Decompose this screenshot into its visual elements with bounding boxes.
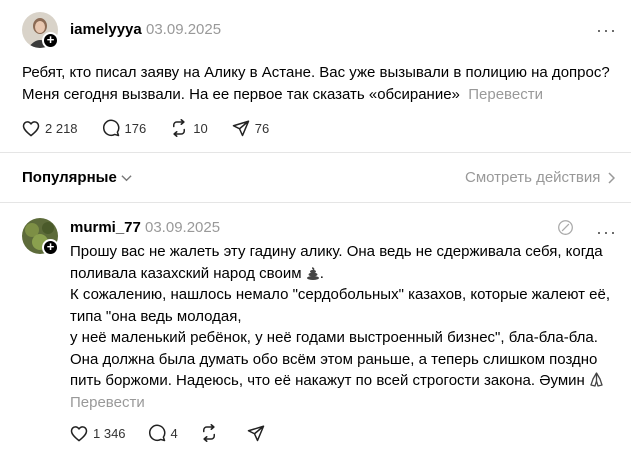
follow-plus-icon[interactable]: +: [42, 32, 59, 49]
poop-emoji-icon: [306, 266, 319, 280]
divider: [0, 202, 631, 203]
repost-button[interactable]: [200, 424, 223, 442]
repost-icon: [202, 424, 215, 442]
more-horizontal-icon[interactable]: ···: [596, 223, 617, 241]
send-icon: [247, 425, 265, 442]
comment-line-content: поливала казахский народ своим: [70, 264, 302, 282]
comment-line: типа "она ведь молодая,: [70, 307, 242, 325]
divider: [0, 152, 631, 153]
comment-date[interactable]: 03.09.2025: [145, 219, 220, 236]
speech-bubble-icon: [102, 119, 120, 137]
sort-label: Популярные: [22, 169, 117, 186]
comment-line: К сожалению, нашлось немало "сердобольны…: [70, 286, 611, 303]
post-text-line-content: Меня сегодня вызвали. На ее первое так с…: [22, 86, 460, 103]
share-button[interactable]: 76: [232, 119, 269, 137]
thread-view: + iamelyyya 03.09.2025 ··· Ребят, кто пи…: [0, 0, 631, 455]
comment-line: у неё маленький ребёнок, у неё годами вы…: [70, 329, 598, 346]
comment-actions: 1 346 4: [70, 424, 294, 442]
comment-line: поливала казахский народ своим .: [70, 263, 630, 285]
heart-icon: [22, 120, 40, 136]
comment-line-content: пить боржоми. Надеюсь, что её накажут по…: [70, 372, 585, 389]
sort-dropdown[interactable]: Популярные: [22, 169, 132, 186]
post-actions: 2 218 176 10 76: [22, 119, 293, 137]
repost-button[interactable]: 10: [170, 119, 208, 137]
post-username[interactable]: iamelyyya: [70, 21, 142, 38]
view-activity-link[interactable]: Смотреть действия: [465, 169, 616, 186]
comment-count: 4: [170, 425, 178, 441]
comment-line: Она должна была думать обо всём этом ран…: [70, 350, 598, 368]
like-button[interactable]: 2 218: [22, 120, 78, 137]
comment-button[interactable]: 176: [102, 119, 147, 137]
repost-icon: [173, 119, 186, 137]
post-text-line: Меня сегодня вызвали. На ее первое так с…: [22, 84, 610, 106]
comment-line: пить боржоми. Надеюсь, что её накажут по…: [70, 370, 630, 392]
follow-plus-icon[interactable]: +: [42, 239, 59, 256]
like-button[interactable]: 1 346: [70, 425, 126, 442]
praying-emoji-icon: [590, 372, 603, 387]
view-activity-label: Смотреть действия: [465, 169, 601, 186]
share-button[interactable]: [247, 424, 270, 442]
share-count: 76: [254, 120, 270, 136]
comment-count: 176: [124, 120, 147, 136]
chevron-down-icon: [121, 174, 132, 181]
like-count: 2 218: [45, 120, 78, 136]
repost-count: 10: [193, 120, 208, 136]
translate-link[interactable]: Перевести: [70, 392, 630, 414]
comment-line: Прошу вас не жалеть эту гадину алику. Он…: [70, 243, 603, 260]
speech-bubble-icon: [148, 424, 166, 442]
comment-line-end: .: [319, 264, 324, 282]
comment-username[interactable]: murmi_77: [70, 219, 141, 236]
post-date[interactable]: 03.09.2025: [146, 21, 221, 38]
post-text-line: Ребят, кто писал заяву на Алику в Астане…: [22, 64, 610, 81]
post-body: Ребят, кто писал заяву на Алику в Астане…: [22, 62, 610, 106]
comment-body: Прошу вас не жалеть эту гадину алику. Он…: [70, 241, 630, 413]
comment-button[interactable]: 4: [148, 424, 178, 442]
edit-circle-icon[interactable]: [557, 219, 574, 236]
more-horizontal-icon[interactable]: ···: [596, 21, 617, 39]
heart-icon: [70, 425, 88, 441]
translate-link[interactable]: Перевести: [468, 86, 543, 103]
chevron-right-icon: [608, 171, 616, 184]
send-icon: [232, 120, 249, 137]
like-count: 1 346: [93, 425, 126, 441]
